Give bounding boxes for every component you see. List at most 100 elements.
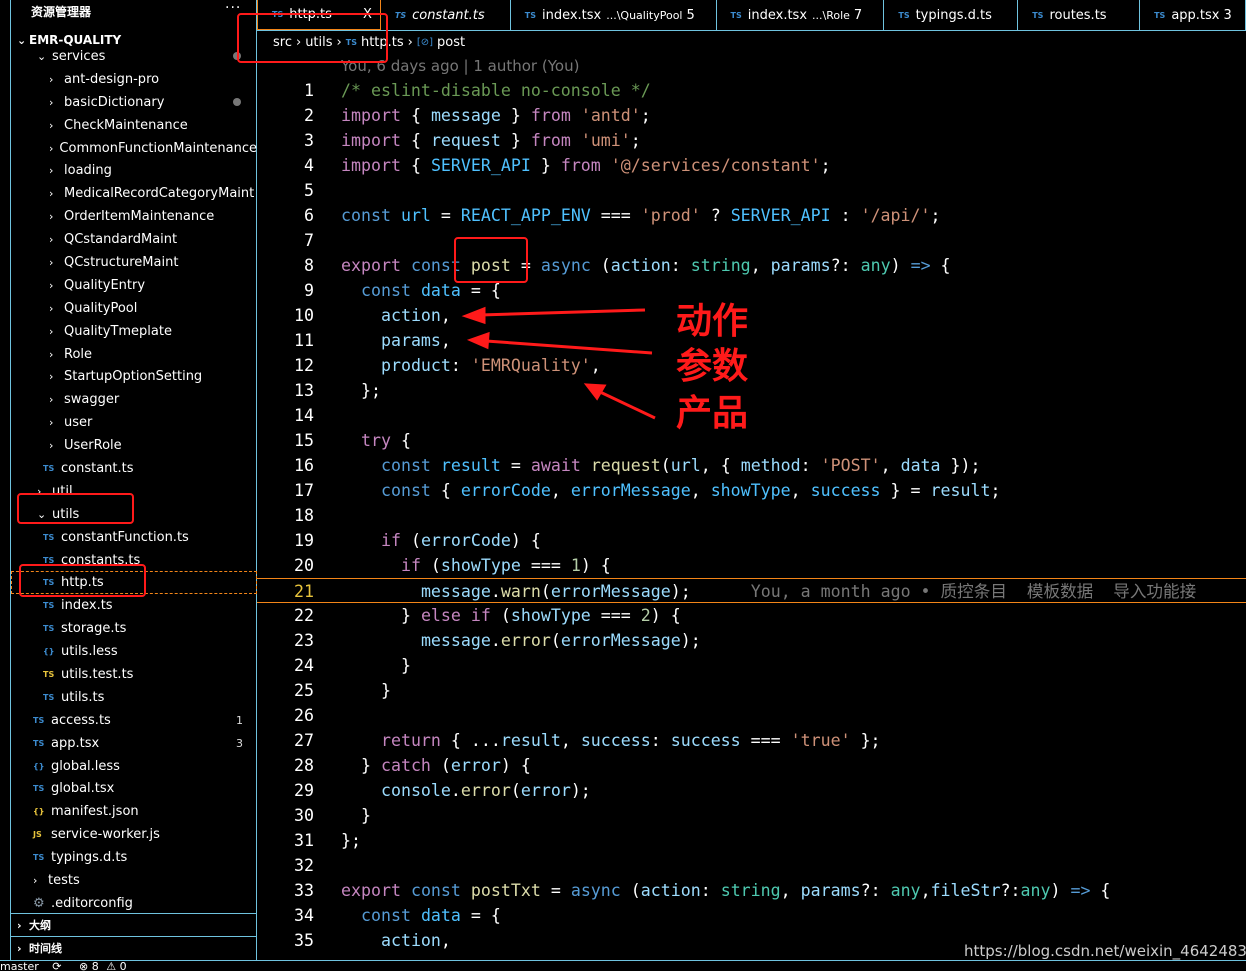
code-line[interactable]: 14 bbox=[257, 403, 1246, 428]
tree-item[interactable]: › QualityTmeplate bbox=[11, 320, 257, 343]
more-actions-icon[interactable]: ··· bbox=[225, 0, 241, 16]
tree-item[interactable]: › MedicalRecordCategoryMaint bbox=[11, 182, 257, 205]
typescript-file-icon: TS bbox=[898, 10, 910, 20]
close-icon[interactable]: X bbox=[363, 7, 372, 22]
tree-item[interactable]: TS global.tsx bbox=[11, 778, 257, 801]
tree-item[interactable]: › loading bbox=[11, 159, 257, 182]
tree-item[interactable]: › swagger bbox=[11, 388, 257, 411]
breadcrumb-utils[interactable]: utils bbox=[305, 35, 332, 50]
code-line[interactable]: 18 bbox=[257, 503, 1246, 528]
tree-item[interactable]: › UserRole bbox=[11, 434, 257, 457]
code-line[interactable]: 34 const data = { bbox=[257, 903, 1246, 928]
tree-item[interactable]: › tests bbox=[11, 869, 257, 892]
code-line[interactable]: 32 bbox=[257, 853, 1246, 878]
tree-item[interactable]: › ant-design-pro bbox=[11, 68, 257, 91]
code-line[interactable]: 11 params, bbox=[257, 328, 1246, 353]
tree-item[interactable]: ⚙ .editorconfig bbox=[11, 892, 257, 912]
code-line[interactable]: 4 import { SERVER_API } from '@/services/… bbox=[257, 153, 1246, 178]
tab-http-ts[interactable]: TS http.ts X bbox=[257, 0, 381, 30]
code-line[interactable]: 13 }; bbox=[257, 378, 1246, 403]
code-token: , bbox=[440, 306, 451, 325]
section-timeline[interactable]: › 时间线 bbox=[11, 936, 257, 959]
sync-icon[interactable]: ⟳ bbox=[52, 961, 61, 971]
code-line[interactable]: 21 message.warn(errorMessage); You, a mon… bbox=[257, 578, 1246, 603]
code-line[interactable]: 8 export const post = async (action: stri… bbox=[257, 253, 1246, 278]
tree-item[interactable]: JS service-worker.js bbox=[11, 823, 257, 846]
code-token: '/api/' bbox=[860, 206, 931, 225]
tree-item[interactable]: TS index.ts bbox=[11, 594, 257, 617]
tree-item[interactable]: › user bbox=[11, 411, 257, 434]
code-line[interactable]: 9 const data = { bbox=[257, 278, 1246, 303]
tree-item[interactable]: TS app.tsx 3 bbox=[11, 732, 257, 755]
tab-app-tsx[interactable]: TS app.tsx 3 bbox=[1140, 0, 1246, 30]
code-line[interactable]: 25 } bbox=[257, 678, 1246, 703]
code-line[interactable]: 19 if (errorCode) { bbox=[257, 528, 1246, 553]
codelens-blame[interactable]: You, 6 days ago | 1 author (You) bbox=[341, 57, 579, 75]
typescript-file-icon: TS bbox=[43, 692, 55, 702]
tab-typings-d-ts[interactable]: TS typings.d.ts bbox=[884, 0, 1019, 30]
tree-item[interactable]: › CheckMaintenance bbox=[11, 114, 257, 137]
tree-item[interactable]: {} manifest.json bbox=[11, 800, 257, 823]
tree-item[interactable]: TS constantFunction.ts bbox=[11, 526, 257, 549]
tree-item[interactable]: › QCstandardMaint bbox=[11, 228, 257, 251]
tab-index-tsx[interactable]: TS index.tsx ...\QualityPool 5 bbox=[511, 0, 717, 30]
tree-item[interactable]: › util bbox=[11, 480, 257, 503]
tree-item[interactable]: TS http.ts bbox=[11, 571, 257, 595]
errors-count[interactable]: ⊗ 8 bbox=[79, 961, 99, 971]
code-line[interactable]: 29 console.error(error); bbox=[257, 778, 1246, 803]
code-line[interactable]: 16 const result = await request(url, { m… bbox=[257, 453, 1246, 478]
tree-item[interactable]: › basicDictionary bbox=[11, 91, 257, 114]
tree-item[interactable]: TS access.ts 1 bbox=[11, 709, 257, 732]
code-line[interactable]: 5 bbox=[257, 178, 1246, 203]
code-line[interactable]: 2 import { message } from 'antd'; bbox=[257, 103, 1246, 128]
code-line[interactable]: 15 try { bbox=[257, 428, 1246, 453]
code-line[interactable]: 28 } catch (error) { bbox=[257, 753, 1246, 778]
tree-item[interactable]: ⌄ services bbox=[11, 45, 257, 68]
code-line[interactable]: 10 action, bbox=[257, 303, 1246, 328]
code-line[interactable]: 22 } else if (showType === 2) { bbox=[257, 603, 1246, 628]
breadcrumb-file[interactable]: http.ts bbox=[361, 35, 404, 50]
code-line[interactable]: 26 bbox=[257, 703, 1246, 728]
code-line[interactable]: 24 } bbox=[257, 653, 1246, 678]
tree-item[interactable]: TS typings.d.ts bbox=[11, 846, 257, 869]
code-line[interactable]: 31}; bbox=[257, 828, 1246, 853]
code-line[interactable]: 27 return { ...result, success: success … bbox=[257, 728, 1246, 753]
tree-item[interactable]: › CommonFunctionMaintenance bbox=[11, 137, 257, 160]
tree-item[interactable]: TS utils.test.ts bbox=[11, 663, 257, 686]
breadcrumb-src[interactable]: src bbox=[273, 35, 292, 50]
tree-item[interactable]: › StartupOptionSetting bbox=[11, 365, 257, 388]
code-line[interactable]: 23 message.error(errorMessage); bbox=[257, 628, 1246, 653]
tree-item[interactable]: TS constant.ts bbox=[11, 457, 257, 480]
code-line[interactable]: 1 /* eslint-disable no-console */ bbox=[257, 78, 1246, 103]
code-line[interactable]: 20 if (showType === 1) { bbox=[257, 553, 1246, 578]
code-line[interactable]: 12 product: 'EMRQuality', bbox=[257, 353, 1246, 378]
code-line[interactable]: 3 import { request } from 'umi'; bbox=[257, 128, 1246, 153]
branch-indicator[interactable]: master bbox=[0, 961, 39, 971]
tab-constant-ts[interactable]: TS constant.ts bbox=[381, 0, 511, 30]
tab-routes-ts[interactable]: TS routes.ts bbox=[1018, 0, 1141, 30]
tree-item[interactable]: {} utils.less bbox=[11, 640, 257, 663]
code-line[interactable]: 17 const { errorCode, errorMessage, show… bbox=[257, 478, 1246, 503]
tree-item[interactable]: › QualityPool bbox=[11, 297, 257, 320]
code-line[interactable]: 6 const url = REACT_APP_ENV === 'prod' ? … bbox=[257, 203, 1246, 228]
tree-item[interactable]: › QCstructureMaint bbox=[11, 251, 257, 274]
line-number: 17 bbox=[294, 481, 314, 500]
breadcrumb-symbol[interactable]: post bbox=[437, 35, 465, 50]
tree-item[interactable]: TS utils.ts bbox=[11, 686, 257, 709]
code-line[interactable]: 7 bbox=[257, 228, 1246, 253]
code-editor[interactable]: 1/* eslint-disable no-console */2 import … bbox=[257, 78, 1246, 953]
tree-item[interactable]: › OrderItemMaintenance bbox=[11, 205, 257, 228]
code-line[interactable]: 33 export const postTxt = async (action: … bbox=[257, 878, 1246, 903]
tree-item[interactable]: {} global.less bbox=[11, 755, 257, 778]
section-outline[interactable]: › 大纲 bbox=[11, 913, 257, 936]
tree-item[interactable]: ⌄ utils bbox=[11, 503, 257, 526]
tree-item[interactable]: TS constants.ts bbox=[11, 549, 257, 572]
tree-item[interactable]: › Role bbox=[11, 343, 257, 366]
warnings-count[interactable]: ⚠ 0 bbox=[106, 961, 126, 971]
tree-item[interactable]: TS storage.ts bbox=[11, 617, 257, 640]
tree-item[interactable]: › QualityEntry bbox=[11, 274, 257, 297]
tab-index-tsx[interactable]: TS index.tsx ...\Role 7 bbox=[717, 0, 885, 30]
code-line[interactable]: 30 } bbox=[257, 803, 1246, 828]
